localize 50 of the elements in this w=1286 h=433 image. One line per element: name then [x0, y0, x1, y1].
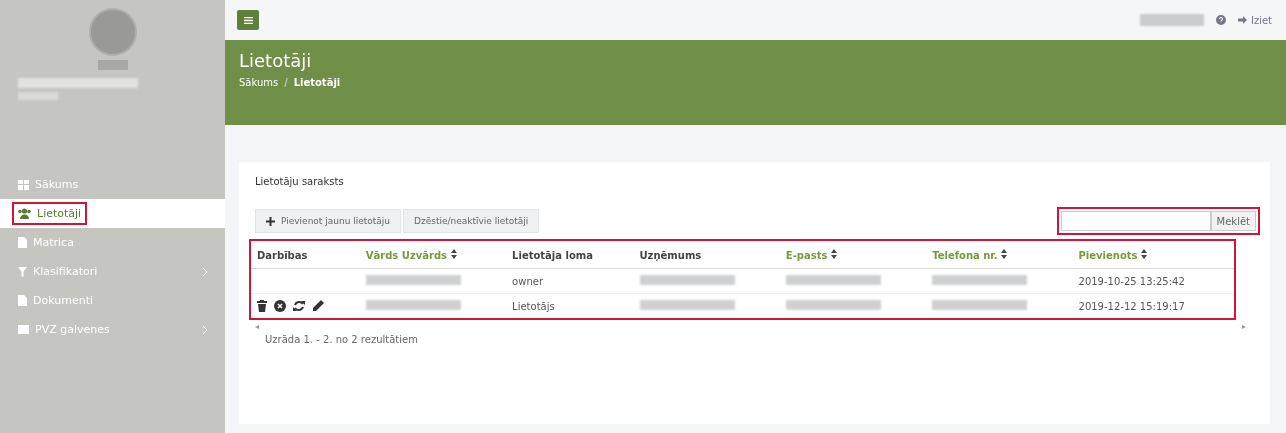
refresh-icon[interactable] — [293, 300, 305, 312]
column-header: Uzņēmums — [633, 241, 780, 269]
menu-icon — [243, 16, 253, 24]
column-header: Lietotāja loma — [506, 241, 634, 269]
sort-icon — [830, 249, 837, 259]
sidebar-item[interactable]: Dokumenti — [0, 286, 225, 315]
card-title: Lietotāju saraksts — [255, 176, 345, 187]
column-header: Darbības — [251, 241, 360, 269]
search-field[interactable] — [1060, 211, 1211, 231]
breadcrumb-separator: / — [284, 77, 288, 88]
add-user-button[interactable]: Pievienot jaunu lietotāju — [255, 209, 402, 233]
pencil-icon[interactable] — [312, 300, 324, 312]
table-cell: owner — [506, 268, 634, 294]
dashboard-icon — [18, 179, 29, 190]
sort-icon — [1001, 249, 1008, 259]
column-header[interactable]: Vārds Uzvārds — [359, 241, 507, 269]
sidebar-item[interactable]: Sākums — [0, 170, 225, 199]
sort-icon — [450, 249, 457, 259]
search-button[interactable]: Meklēt — [1210, 211, 1256, 231]
document-icon — [18, 237, 27, 248]
table-cell: 2019-12-12 15:19:17 — [1072, 293, 1234, 318]
deleted-users-button[interactable]: Dzēstie/neaktīvie lietotāji — [403, 209, 540, 233]
menu-toggle-button[interactable] — [237, 10, 259, 30]
table-cell: Lietotājs — [506, 293, 634, 318]
sidebar-item[interactable]: Klasifikatori — [0, 257, 225, 286]
column-header[interactable]: Pievienots — [1072, 241, 1234, 269]
sidebar-item[interactable]: Matrica — [0, 228, 225, 257]
breadcrumb-link[interactable]: Sākums — [239, 77, 279, 88]
sidebar-item[interactable]: PVZ galvenes — [0, 315, 225, 344]
sort-icon — [1141, 249, 1147, 259]
table-icon — [18, 325, 29, 334]
close-circle-icon[interactable] — [274, 300, 286, 312]
trash-icon[interactable] — [257, 300, 267, 312]
page-title: Lietotāji — [239, 50, 313, 71]
column-header[interactable]: E-pasts — [779, 241, 927, 269]
column-header[interactable]: Telefona nr. — [926, 241, 1073, 269]
help-icon[interactable] — [1215, 15, 1226, 25]
scroll-left-icon[interactable] — [255, 325, 259, 329]
breadcrumb-current: Lietotāji — [293, 77, 341, 88]
filter-icon — [18, 266, 27, 277]
results-summary: Uzrāda 1. - 2. no 2 rezultātiem — [265, 334, 419, 345]
sign-out-icon — [1237, 16, 1247, 24]
plus-icon — [266, 216, 275, 226]
logout-link[interactable]: Iziet — [1237, 14, 1272, 26]
users-icon — [18, 208, 31, 219]
scroll-right-icon[interactable] — [1242, 325, 1246, 329]
logo-caption — [97, 60, 128, 70]
table-cell: 2019-10-25 13:25:42 — [1072, 268, 1234, 294]
document-icon — [18, 295, 27, 306]
sidebar-item[interactable]: Lietotāji — [0, 199, 225, 228]
